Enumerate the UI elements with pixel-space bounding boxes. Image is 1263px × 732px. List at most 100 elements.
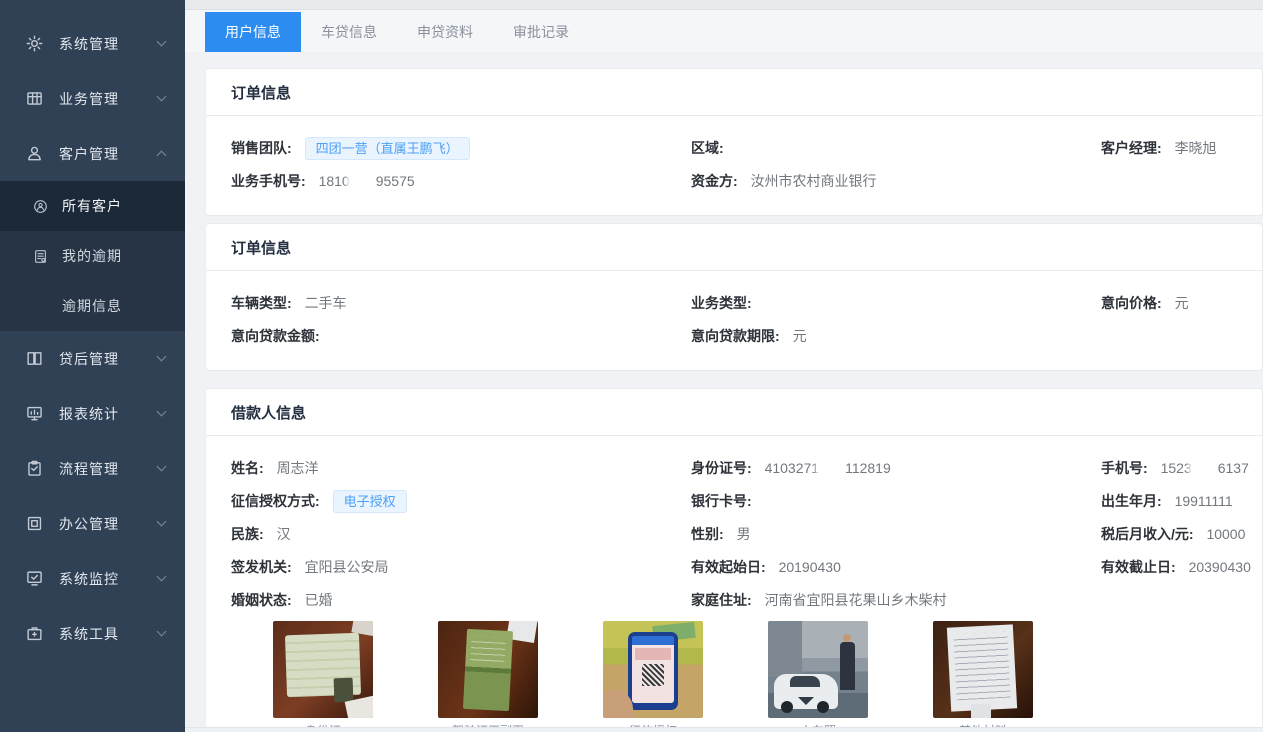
field-mobile: 手机号: 15236137 bbox=[1101, 456, 1249, 480]
sidebar-item-label: 客户管理 bbox=[59, 144, 158, 164]
sidebar-item-process-management[interactable]: 流程管理 bbox=[0, 441, 185, 496]
toolbox-icon bbox=[26, 625, 43, 642]
sidebar-item-my-overdue[interactable]: 我的逾期 bbox=[0, 231, 185, 281]
field-value: 15236137 bbox=[1161, 460, 1249, 476]
building-graphic bbox=[768, 621, 802, 677]
field-label: 家庭住址: bbox=[691, 592, 752, 608]
other-document-photo-thumbnail[interactable] bbox=[933, 621, 1033, 718]
card-title: 借款人信息 bbox=[206, 389, 1262, 436]
sidebar-item-system-management[interactable]: 系统管理 bbox=[0, 16, 185, 71]
qr-code-graphic bbox=[642, 664, 664, 686]
peoples-icon bbox=[33, 199, 48, 214]
field-label: 姓名: bbox=[231, 460, 264, 476]
user-icon bbox=[26, 145, 43, 162]
chevron-down-icon bbox=[157, 627, 167, 637]
field-value: 二手车 bbox=[305, 295, 347, 311]
sidebar-item-office-management[interactable]: 办公管理 bbox=[0, 496, 185, 551]
sidebar-item-report-statistics[interactable]: 报表统计 bbox=[0, 386, 185, 441]
field-gender: 性别: 男 bbox=[691, 522, 1101, 546]
field-label: 资金方: bbox=[691, 173, 738, 189]
field-label: 银行卡号: bbox=[691, 493, 752, 509]
booklet-lines-graphic bbox=[470, 636, 505, 666]
order-info-card: 订单信息 销售团队: 四团一营（直属王鹏飞） 区域: 客户经理: bbox=[205, 68, 1263, 216]
sidebar-item-system-tools[interactable]: 系统工具 bbox=[0, 606, 185, 661]
field-value: 元 bbox=[793, 328, 807, 344]
field-label: 意向贷款金额: bbox=[231, 328, 320, 344]
credit-qr-photo-thumbnail[interactable] bbox=[603, 621, 703, 718]
chevron-down-icon bbox=[157, 572, 167, 582]
wheel-graphic bbox=[817, 701, 829, 713]
field-value: 20190430 bbox=[779, 559, 841, 575]
field-label: 征信授权方式: bbox=[231, 493, 320, 509]
field-label: 手机号: bbox=[1101, 460, 1148, 476]
id-portrait-graphic bbox=[334, 678, 354, 703]
main-content: 用户信息 车贷信息 申贷资料 审批记录 订单信息 销售团队: 四团一营（直属王鹏… bbox=[185, 0, 1263, 732]
person-car-photo-thumbnail[interactable] bbox=[768, 621, 868, 718]
sidebar-item-label: 业务管理 bbox=[59, 89, 158, 109]
field-row: 婚姻状态: 已婚 家庭住址: 河南省宜阳县花果山乡木柴村 bbox=[231, 588, 1237, 612]
loan-intention-card: 订单信息 车辆类型: 二手车 业务类型: 意向价格: 元 bbox=[205, 223, 1263, 371]
field-label: 意向价格: bbox=[1101, 295, 1162, 311]
field-business-phone: 业务手机号: 181095575 bbox=[231, 169, 691, 193]
sidebar-item-system-monitor[interactable]: 系统监控 bbox=[0, 551, 185, 606]
card-body: 销售团队: 四团一营（直属王鹏飞） 区域: 客户经理: 李晓旭 bbox=[206, 116, 1262, 215]
field-row: 征信授权方式: 电子授权 银行卡号: 出生年月: 19911111 bbox=[231, 489, 1237, 513]
id-card-photo-thumbnail[interactable] bbox=[273, 621, 373, 718]
field-value: 元 bbox=[1175, 295, 1189, 311]
field-intended-loan-amount: 意向贷款金额: bbox=[231, 324, 691, 348]
field-vehicle-type: 车辆类型: 二手车 bbox=[231, 291, 691, 315]
sidebar-item-label: 流程管理 bbox=[59, 459, 158, 479]
tab-car-loan-info[interactable]: 车贷信息 bbox=[301, 12, 397, 52]
field-label: 身份证号: bbox=[691, 460, 752, 476]
sidebar-item-business-management[interactable]: 业务管理 bbox=[0, 71, 185, 126]
photo-thumbnails: 身份证 驾驶证正副页 bbox=[273, 621, 1237, 732]
chevron-down-icon bbox=[157, 352, 167, 362]
paper-slip-graphic bbox=[971, 704, 991, 718]
sidebar-item-postloan-management[interactable]: 贷后管理 bbox=[0, 331, 185, 386]
photo-item: 征信授权 bbox=[603, 621, 703, 732]
license-photo-thumbnail[interactable] bbox=[438, 621, 538, 718]
field-value: 20390430 bbox=[1189, 559, 1251, 575]
field-credit-authorization: 征信授权方式: 电子授权 bbox=[231, 489, 691, 513]
grid-icon bbox=[26, 90, 43, 107]
field-value: 4103271112819 bbox=[765, 460, 891, 476]
screen-header-graphic bbox=[632, 636, 674, 645]
photo-item: 驾驶证正副页 bbox=[438, 621, 538, 732]
tab-loan-application-materials[interactable]: 申贷资料 bbox=[397, 12, 493, 52]
chevron-down-icon bbox=[157, 462, 167, 472]
field-label: 客户经理: bbox=[1101, 140, 1162, 156]
tab-approval-records[interactable]: 审批记录 bbox=[493, 12, 589, 52]
field-value: 周志洋 bbox=[277, 460, 319, 476]
sidebar-item-all-customers[interactable]: 所有客户 bbox=[0, 181, 185, 231]
field-label: 业务类型: bbox=[691, 295, 752, 311]
credit-authorization-tag[interactable]: 电子授权 bbox=[333, 490, 407, 513]
sidebar-item-overdue-info[interactable]: 逾期信息 bbox=[0, 281, 185, 331]
field-business-type: 业务类型: bbox=[691, 291, 1101, 315]
monitor-check-icon bbox=[26, 570, 43, 587]
sidebar-item-customer-management[interactable]: 客户管理 bbox=[0, 126, 185, 181]
field-intended-price: 意向价格: 元 bbox=[1101, 291, 1237, 315]
field-label: 出生年月: bbox=[1101, 493, 1162, 509]
field-value: 汝州市农村商业银行 bbox=[751, 173, 877, 189]
redaction-smudge bbox=[1192, 461, 1218, 474]
top-strip bbox=[185, 0, 1263, 10]
field-home-address: 家庭住址: 河南省宜阳县花果山乡木柴村 bbox=[691, 588, 1101, 612]
field-label: 车辆类型: bbox=[231, 295, 292, 311]
field-account-manager: 客户经理: 李晓旭 bbox=[1101, 136, 1237, 160]
sales-team-tag[interactable]: 四团一营（直属王鹏飞） bbox=[305, 137, 470, 160]
field-bank-card: 银行卡号: bbox=[691, 489, 1101, 513]
chevron-down-icon bbox=[157, 37, 167, 47]
tab-user-info[interactable]: 用户信息 bbox=[205, 12, 301, 52]
phone-screen-graphic bbox=[632, 636, 674, 703]
tab-panel-user-info: 订单信息 销售团队: 四团一营（直属王鹏飞） 区域: 客户经理: bbox=[185, 52, 1263, 732]
field-label: 销售团队: bbox=[231, 140, 292, 156]
wheel-graphic bbox=[781, 701, 793, 713]
sidebar-item-label: 逾期信息 bbox=[62, 296, 171, 316]
field-row: 意向贷款金额: 意向贷款期限: 元 bbox=[231, 324, 1237, 348]
borrower-info-card: 借款人信息 姓名: 周志洋 身份证号: 4103271112819 手机号: bbox=[205, 388, 1263, 732]
card-body: 姓名: 周志洋 身份证号: 4103271112819 手机号: 1523613… bbox=[206, 436, 1262, 732]
field-value: 宜阳县公安局 bbox=[305, 559, 389, 575]
document-graphic bbox=[635, 648, 671, 660]
sidebar-item-label: 系统管理 bbox=[59, 34, 158, 54]
field-row: 签发机关: 宜阳县公安局 有效起始日: 20190430 有效截止日: 2039… bbox=[231, 555, 1237, 579]
